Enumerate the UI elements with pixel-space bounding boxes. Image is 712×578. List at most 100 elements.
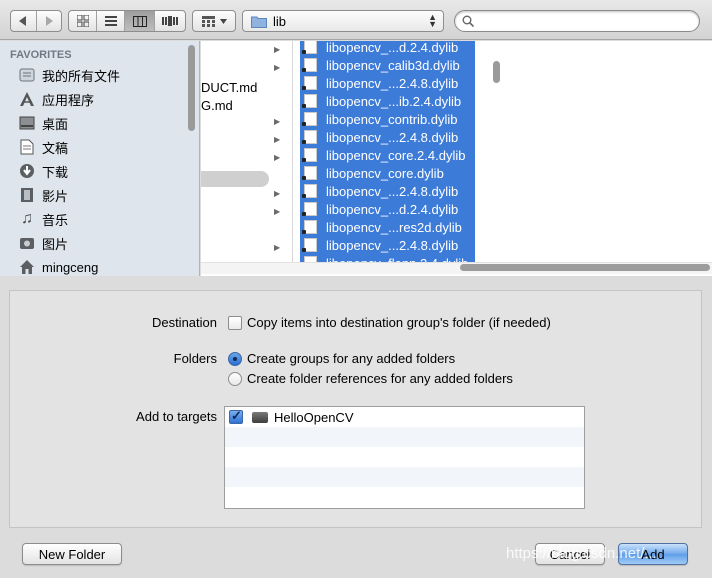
sidebar-item-label: 下载 [42,164,69,180]
horizontal-scrollbar[interactable] [460,264,710,271]
target-checkbox[interactable] [229,408,243,424]
forward-arrow-icon [45,16,53,26]
file-row[interactable]: libopencv_...2.4.8.dylib [300,236,475,254]
sidebar-item-label: 影片 [42,188,69,204]
sidebar-item-movies[interactable]: 影片 [0,183,199,207]
search-field[interactable] [454,10,700,32]
destination-label: Destination [151,315,217,330]
file-name: libopencv_...res2d.dylib [326,219,462,235]
dylib-file-icon [302,58,317,72]
sidebar-item-home[interactable]: mingceng [0,255,199,276]
file-row[interactable]: libopencv_...2.4.8.dylib [300,128,475,146]
sidebar-item-downloads[interactable]: 下载 [0,159,199,183]
checkbox-icon [228,315,242,330]
sidebar-item-desktop[interactable]: 桌面 [0,111,199,135]
file-name: libopencv_...d.2.4.dylib [326,41,459,55]
home-icon [18,259,36,275]
radio-selected-icon [228,351,242,366]
sidebar-item-applications[interactable]: 应用程序 [0,87,199,111]
sidebar-item-label: 桌面 [42,116,69,132]
arrange-grid-icon [201,15,215,27]
file-row[interactable]: libopencv_core.2.4.dylib [300,146,475,164]
file-row[interactable]: libopencv_...d.2.4.dylib [300,41,475,56]
desktop-icon [18,115,36,131]
sidebar-item-label: 文稿 [42,140,69,156]
targets-list: HelloOpenCV [224,406,585,509]
dylib-file-icon [302,148,317,162]
cover-flow-button[interactable] [155,11,185,31]
sidebar-item-all-files[interactable]: 我的所有文件 [0,63,199,87]
sidebar-scrollbar[interactable] [188,45,195,131]
file-name: libopencv_...ib.2.4.dylib [326,93,462,109]
file-name: libopencv_calib3d.dylib [326,57,460,73]
dylib-file-icon [302,94,317,108]
file-column: libopencv_...d.2.4.dylib libopencv_calib… [300,41,475,271]
folder-icon [251,16,267,28]
file-row[interactable]: libopencv_...res2d.dylib [300,218,475,236]
new-folder-button[interactable]: New Folder [22,543,122,565]
file-name: libopencv_...2.4.8.dylib [326,237,459,253]
file-row[interactable]: libopencv_calib3d.dylib [300,56,475,74]
sidebar-item-label: 我的所有文件 [42,68,121,84]
file-row[interactable]: libopencv_...2.4.8.dylib [300,74,475,92]
file-column-scrollbar[interactable] [493,61,500,83]
documents-icon [18,139,36,155]
file-name: libopencv_core.dylib [326,165,444,181]
empty-row [225,487,584,507]
sidebar-item-label: mingceng [42,259,99,275]
file-row[interactable]: libopencv_...d.2.4.dylib [300,200,475,218]
sidebar-item-documents[interactable]: 文稿 [0,135,199,159]
file-name: libopencv_...2.4.8.dylib [326,129,459,145]
empty-row [225,447,584,467]
arrange-button[interactable] [192,10,236,32]
column-browser: ▶ ▶ DUCT.md G.md ▶ ▶ ▶ ▶ ▶ ▶ libopencv_.… [201,41,712,276]
column-view-button[interactable] [125,11,155,31]
selected-folder-row[interactable] [201,171,269,187]
forward-button[interactable] [37,11,62,31]
music-icon: ♫ [21,210,33,227]
list-item[interactable]: G.md [201,97,293,115]
icon-view-button[interactable] [69,11,97,31]
file-row[interactable]: libopencv_...ib.2.4.dylib [300,92,475,110]
file-row[interactable]: libopencv_...2.4.8.dylib [300,182,475,200]
path-folder-label: lib [273,13,287,29]
favorites-heading: FAVORITES [10,49,72,61]
list-view-button[interactable] [97,11,125,31]
folders-label: Folders [173,351,217,366]
path-popup[interactable]: lib ▲ ▼ [242,10,444,32]
list-item[interactable]: DUCT.md [201,79,293,97]
file-row[interactable]: libopencv_core.dylib [300,164,475,182]
radio-icon [228,371,242,386]
file-row[interactable]: libopencv_contrib.dylib [300,110,475,128]
updown-arrows-icon: ▲ ▼ [428,12,437,29]
disclosure-arrow-icon: ▶ [274,189,281,198]
sidebar-item-music[interactable]: ♫ 音乐 [0,207,199,231]
create-references-radio[interactable]: Create folder references for any added f… [228,371,513,386]
create-groups-radio[interactable]: Create groups for any added folders [228,351,455,366]
empty-row [225,427,584,447]
dylib-file-icon [302,41,317,54]
sidebar-item-label: 图片 [42,236,69,252]
icon-view-icon [76,15,89,27]
view-mode-control [68,10,186,32]
add-to-targets-label: Add to targets [136,409,217,424]
project-icon [252,411,268,423]
dylib-file-icon [302,112,317,126]
disclosure-arrow-icon: ▶ [274,63,281,72]
copy-items-label: Copy items into destination group's fold… [247,315,551,330]
sidebar-item-pictures[interactable]: 图片 [0,231,199,255]
list-view-icon [104,16,117,26]
copy-items-checkbox[interactable]: Copy items into destination group's fold… [228,315,551,330]
empty-row [225,467,584,487]
target-row-hellooopencv[interactable]: HelloOpenCV [225,407,584,427]
back-button[interactable] [11,11,37,31]
column-view-icon [132,15,147,27]
disclosure-arrow-icon: ▶ [274,243,281,252]
search-icon [462,15,474,27]
disclosure-arrow-icon: ▶ [274,207,281,216]
toolbar: lib ▲ ▼ [0,0,712,40]
parent-column: ▶ ▶ DUCT.md G.md ▶ ▶ ▶ ▶ ▶ ▶ [201,41,293,263]
disclosure-arrow-icon: ▶ [274,45,281,54]
file-name: libopencv_...2.4.8.dylib [326,183,459,199]
dylib-file-icon [302,220,317,234]
